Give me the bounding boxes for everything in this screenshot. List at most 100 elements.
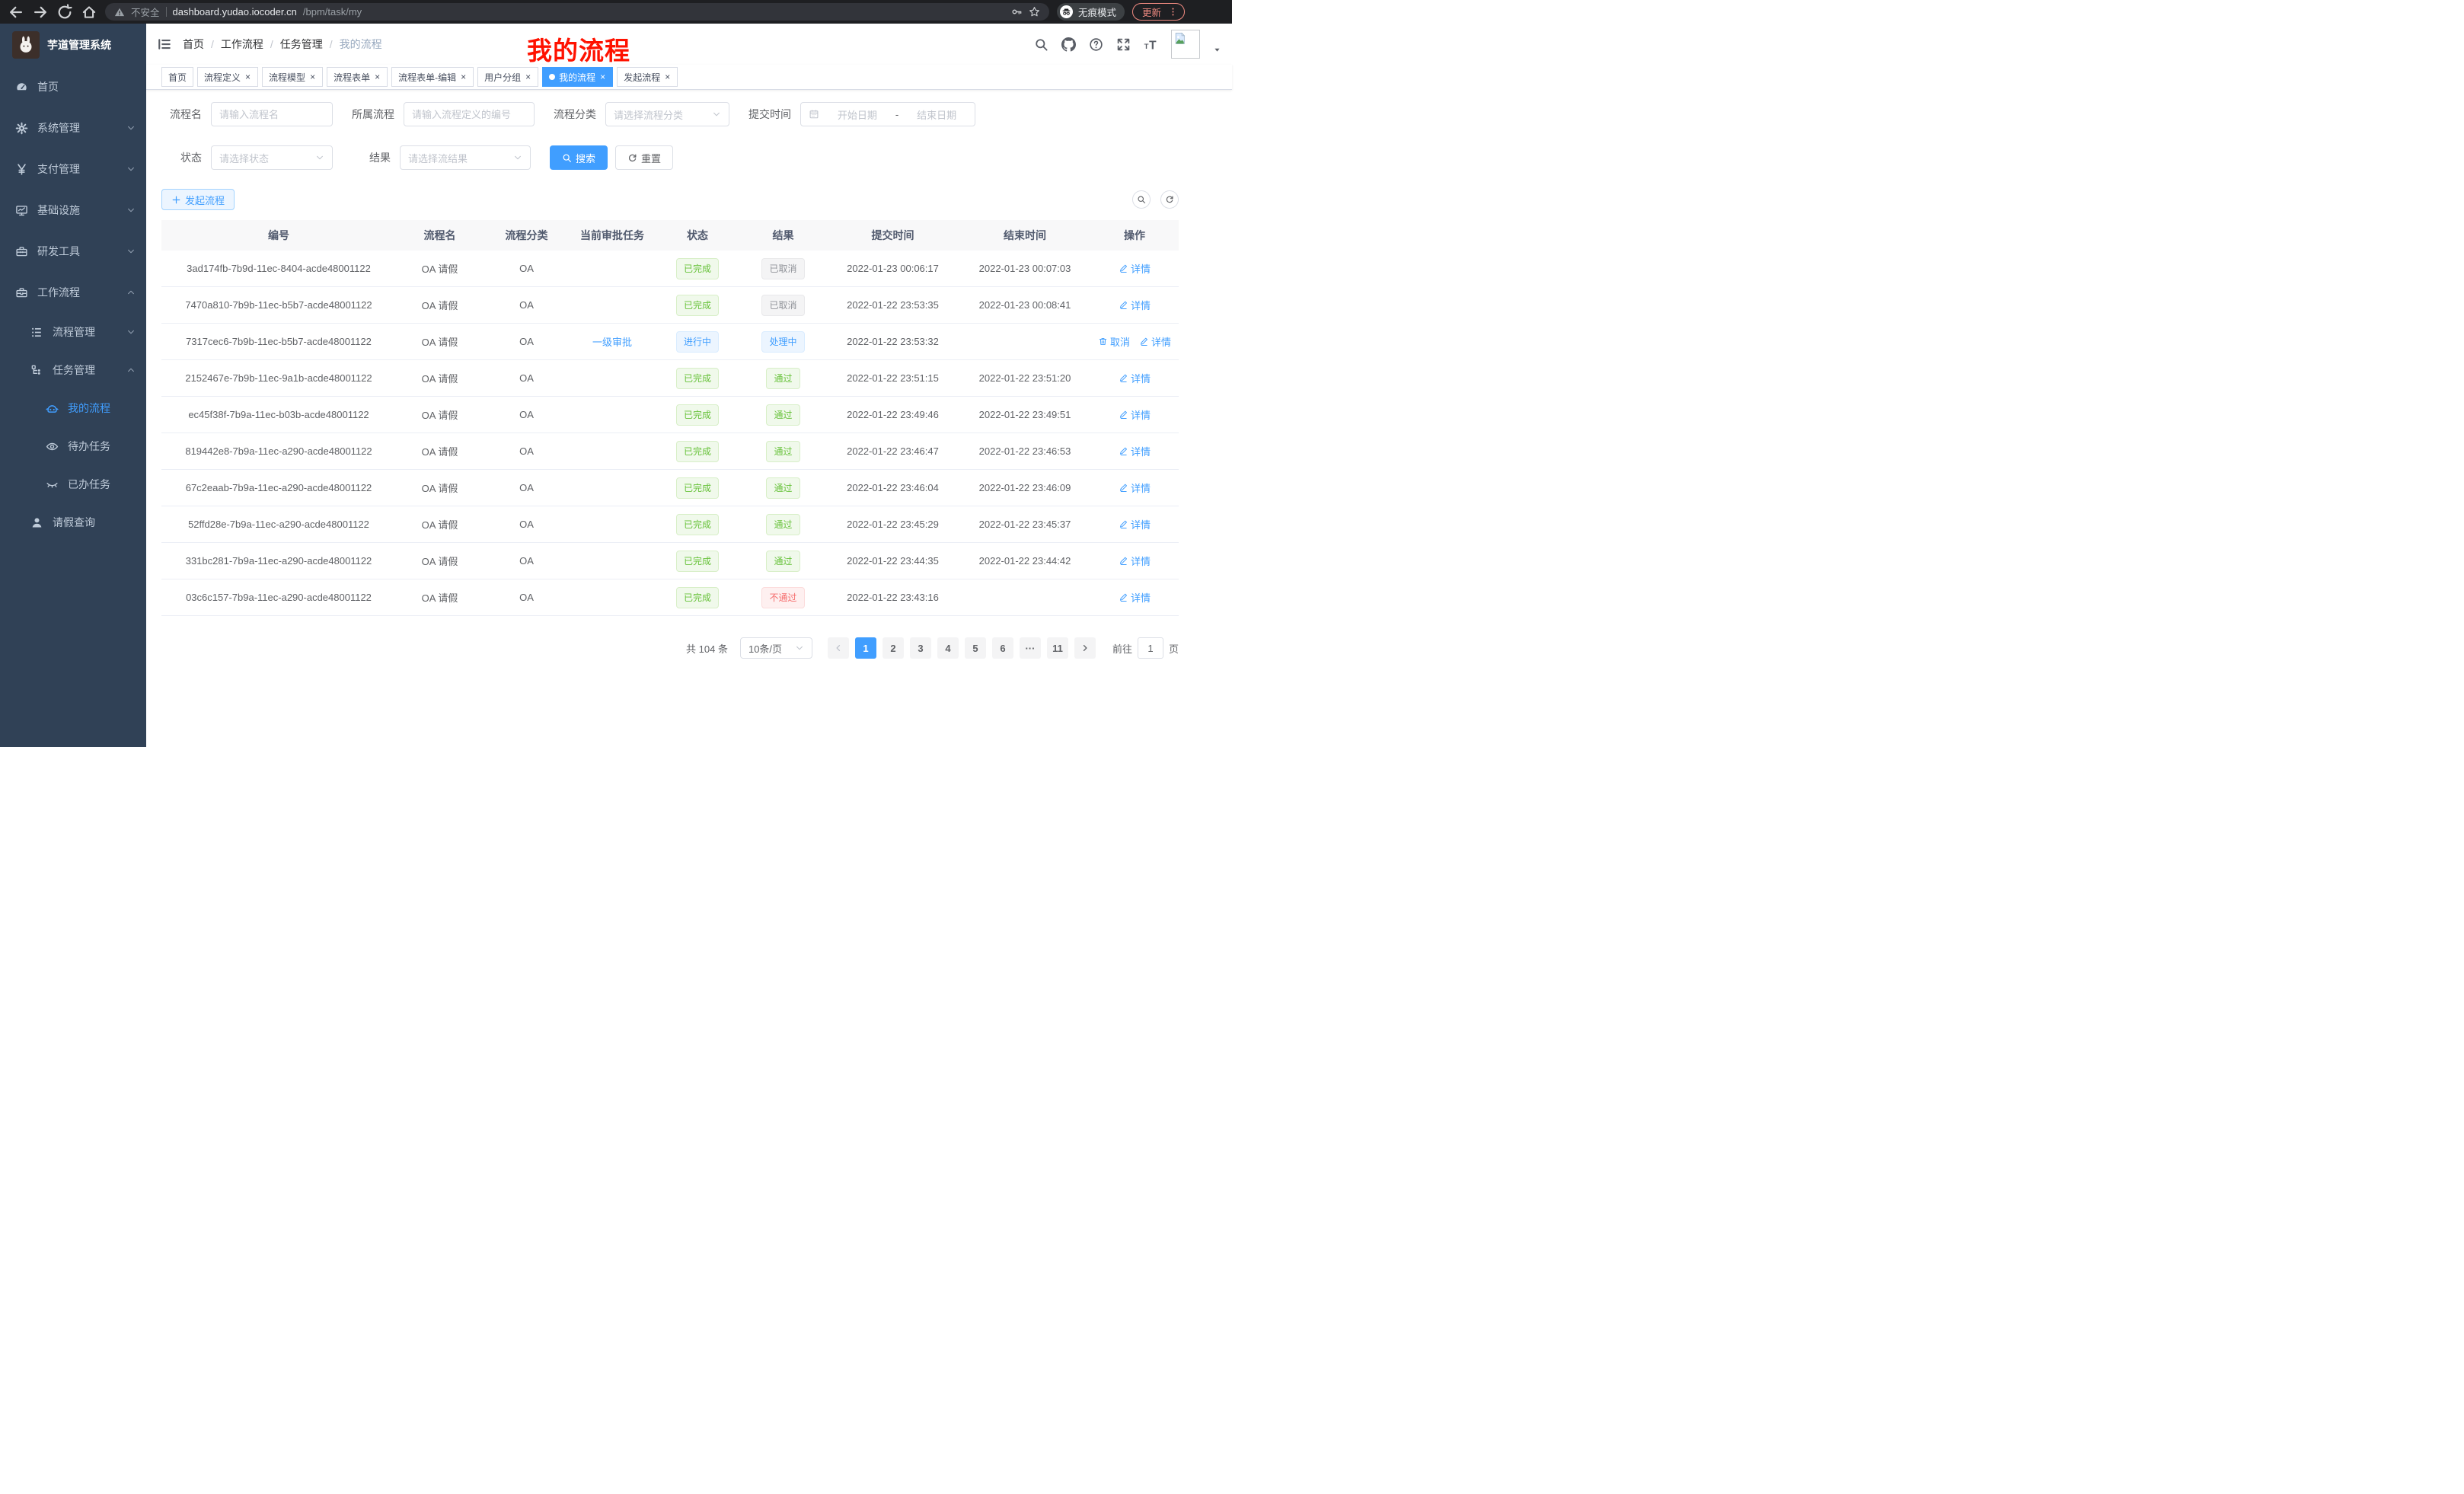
goto-page-input[interactable] [1138, 637, 1163, 659]
pager-ellipsis[interactable]: ··· [1020, 637, 1041, 659]
refresh-table-button[interactable] [1160, 190, 1179, 209]
prev-page-button[interactable] [828, 637, 849, 659]
category-select[interactable]: 请选择流程分类 [605, 102, 729, 126]
detail-action-link[interactable]: 详情 [1119, 298, 1151, 312]
tag-view-tab[interactable]: 发起流程 × [617, 67, 678, 87]
sidebar-item-请假查询[interactable]: 请假查询 [0, 503, 146, 541]
process-name-input-field[interactable] [219, 109, 324, 120]
search-button[interactable]: 搜索 [550, 145, 608, 170]
detail-action-link[interactable]: 详情 [1119, 407, 1151, 422]
actions-cell: 详情 [1090, 480, 1179, 495]
reset-button[interactable]: 重置 [615, 145, 673, 170]
browser-menu-icon[interactable] [1168, 7, 1178, 17]
breadcrumb-item[interactable]: 首页 [183, 37, 204, 52]
avatar[interactable] [1171, 30, 1200, 59]
browser-update-button[interactable]: 更新 [1132, 3, 1185, 21]
detail-action-link[interactable]: 详情 [1119, 590, 1151, 605]
page-number-button[interactable]: 5 [965, 637, 986, 659]
end-time-cell: 2022-01-22 23:44:42 [959, 555, 1090, 567]
detail-action-link[interactable]: 详情 [1119, 517, 1151, 532]
close-icon[interactable]: × [244, 72, 251, 81]
tree-icon [30, 364, 43, 377]
close-icon[interactable]: × [525, 72, 531, 81]
sidebar-collapse-icon[interactable] [157, 37, 172, 52]
create-process-button[interactable]: 发起流程 [161, 189, 235, 210]
sidebar-item-label: 流程管理 [53, 324, 95, 340]
close-icon[interactable]: × [374, 72, 381, 81]
page-number-button[interactable]: 1 [855, 637, 876, 659]
status-cell: 已完成 [655, 551, 740, 572]
sidebar-item-label: 首页 [37, 79, 59, 94]
sidebar-item-工作流程[interactable]: 工作流程 [0, 272, 146, 313]
fullscreen-icon[interactable] [1116, 37, 1131, 52]
tag-view-tab[interactable]: 用户分组× [477, 67, 538, 87]
close-icon[interactable]: × [309, 72, 316, 81]
pen-icon [1119, 410, 1128, 420]
app-logo-row[interactable]: 芋道管理系统 [0, 24, 146, 66]
detail-action-link[interactable]: 详情 [1119, 444, 1151, 458]
sidebar-item-研发工具[interactable]: 研发工具 [0, 231, 146, 272]
cancel-action-link[interactable]: 取消 [1098, 334, 1130, 349]
browser-forward-icon[interactable] [32, 4, 49, 21]
browser-home-icon[interactable] [81, 4, 97, 21]
sidebar-item-我的流程[interactable]: 我的流程 [0, 389, 146, 427]
help-icon[interactable] [1089, 37, 1103, 52]
tag-view-tab[interactable]: 流程表单× [327, 67, 388, 87]
tag-view-tab[interactable]: 流程模型× [262, 67, 323, 87]
close-icon[interactable]: × [599, 72, 606, 81]
browser-reload-icon[interactable] [56, 4, 73, 21]
sidebar-item-任务管理[interactable]: 任务管理 [0, 351, 146, 389]
action-label: 详情 [1131, 517, 1151, 532]
address-bar[interactable]: 不安全 dashboard.yudao.iocoder.cn/bpm/task/… [105, 3, 1049, 21]
status-select[interactable]: 请选择状态 [211, 145, 333, 170]
page-number-button[interactable]: 6 [992, 637, 1013, 659]
trash-icon [1098, 337, 1108, 346]
submit-time-cell: 2022-01-22 23:45:29 [826, 519, 959, 530]
avatar-caret-down-icon[interactable] [1213, 46, 1221, 54]
sidebar-item-流程管理[interactable]: 流程管理 [0, 313, 146, 351]
password-key-icon[interactable] [1011, 6, 1023, 18]
process-definition-input-field[interactable] [412, 109, 526, 120]
close-icon[interactable]: × [460, 72, 467, 81]
submit-time-range-picker[interactable]: 开始日期 - 结束日期 [800, 102, 975, 126]
close-icon[interactable]: × [664, 72, 671, 81]
detail-action-link[interactable]: 详情 [1119, 261, 1151, 276]
detail-action-link[interactable]: 详情 [1139, 334, 1171, 349]
sidebar-item-系统管理[interactable]: 系统管理 [0, 107, 146, 148]
breadcrumb-item[interactable]: 工作流程 [221, 37, 263, 52]
sidebar-item-已办任务[interactable]: 已办任务 [0, 465, 146, 503]
github-icon[interactable] [1061, 37, 1076, 52]
sidebar-item-支付管理[interactable]: 支付管理 [0, 148, 146, 190]
tag-view-tab[interactable]: 流程表单-编辑× [391, 67, 474, 87]
next-page-button[interactable] [1074, 637, 1096, 659]
page-number-button[interactable]: 2 [883, 637, 904, 659]
submit-time-label: 提交时间 [748, 107, 800, 122]
detail-action-link[interactable]: 详情 [1119, 554, 1151, 568]
process-name-input[interactable] [211, 102, 333, 126]
header-search-icon[interactable] [1034, 37, 1048, 52]
font-size-icon[interactable]: TT [1144, 37, 1158, 52]
tag-view-tab[interactable]: 首页 [161, 67, 193, 87]
goto-label: 前往 [1112, 641, 1132, 656]
tag-view-tab[interactable]: 我的流程× [542, 67, 613, 87]
page-number-button[interactable]: 3 [910, 637, 931, 659]
detail-action-link[interactable]: 详情 [1119, 480, 1151, 495]
bookmark-star-icon[interactable] [1029, 6, 1040, 18]
page-size-select[interactable]: 10条/页 [740, 637, 812, 659]
tab-label: 发起流程 [624, 71, 660, 84]
sidebar-item-待办任务[interactable]: 待办任务 [0, 427, 146, 465]
page-number-button[interactable]: 4 [937, 637, 959, 659]
process-definition-input[interactable] [404, 102, 535, 126]
browser-back-icon[interactable] [8, 4, 24, 21]
current-task-link[interactable]: 一级审批 [592, 337, 632, 348]
result-select[interactable]: 请选择流结果 [400, 145, 531, 170]
detail-action-link[interactable]: 详情 [1119, 371, 1151, 385]
result-cell: 不通过 [740, 587, 826, 608]
show-search-toggle-button[interactable] [1132, 190, 1151, 209]
tag-view-tab[interactable]: 流程定义× [197, 67, 258, 87]
breadcrumb-item[interactable]: 任务管理 [280, 37, 323, 52]
sidebar-item-首页[interactable]: 首页 [0, 66, 146, 107]
sidebar-item-基础设施[interactable]: 基础设施 [0, 190, 146, 231]
process-id-cell: 03c6c157-7b9a-11ec-a290-acde48001122 [161, 592, 396, 603]
page-number-button[interactable]: 11 [1047, 637, 1068, 659]
